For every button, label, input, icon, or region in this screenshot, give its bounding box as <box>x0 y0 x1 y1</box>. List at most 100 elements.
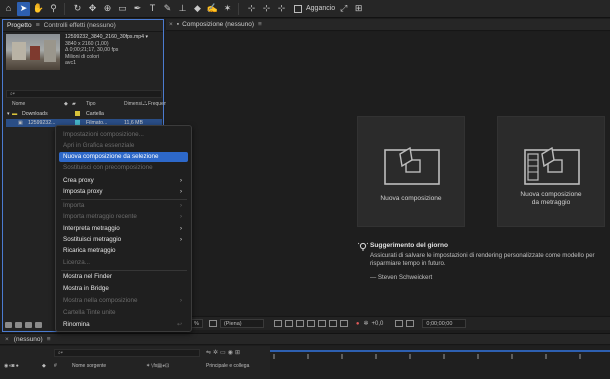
color-management-icon[interactable] <box>339 320 348 327</box>
close-tab-icon[interactable]: × <box>5 336 9 343</box>
work-area-bar[interactable] <box>270 350 610 352</box>
footage-name[interactable]: 12599232_3840_2160_30fps.mp4 ▾ <box>65 34 163 41</box>
menu-item-rename[interactable]: Rinomina ↩ <box>59 320 188 330</box>
menu-item-label: Apri in Grafica essenziale <box>63 142 135 149</box>
puppet-pin-icon[interactable]: ✶ <box>221 2 234 16</box>
tag-column-icon[interactable]: ▰ <box>72 101 76 107</box>
3d-view-icon[interactable] <box>306 320 315 327</box>
new-composition-from-footage-icon <box>524 146 580 185</box>
menu-separator <box>61 270 187 271</box>
label-column-icon[interactable]: ◆ <box>64 101 68 107</box>
composition-viewer: Nuova composizione Nuova composizione da… <box>166 32 610 315</box>
brush-icon[interactable]: ✎ <box>161 2 174 16</box>
axis-world-icon[interactable]: ⊹ <box>260 2 273 16</box>
exposure-icon[interactable]: ✲ <box>364 320 369 327</box>
rotate-icon[interactable]: ↻ <box>71 2 84 16</box>
snap-grid-icon[interactable]: ⊞ <box>352 2 365 16</box>
show-snapshot-icon[interactable] <box>406 320 415 327</box>
type-icon[interactable]: T <box>146 2 159 16</box>
menu-item-import-recent-footage: Importa metraggio recente › <box>59 212 188 222</box>
zoom-icon[interactable]: ⚲ <box>47 2 60 16</box>
fit-icon[interactable] <box>208 320 217 327</box>
project-settings-icon[interactable] <box>35 322 42 328</box>
new-composition-label: Nuova composizione <box>380 195 442 202</box>
disclosure-triangle-icon[interactable]: ▾ <box>7 111 10 117</box>
project-search-input[interactable]: ⌕▾ <box>6 90 162 98</box>
tab-timeline[interactable]: (nessuno) <box>14 336 43 343</box>
current-time-display[interactable]: 0;00;00;00 <box>422 319 467 328</box>
lock-icon[interactable]: ▪ <box>177 21 179 28</box>
column-parent-link[interactable]: Principale e collega <box>206 363 249 369</box>
mask-rectangle-icon[interactable]: ▭ <box>116 2 129 16</box>
menu-item-license: Licenza... <box>59 258 188 268</box>
snap-checkbox[interactable] <box>294 4 302 13</box>
new-composition-card[interactable]: Nuova composizione <box>357 116 465 227</box>
exposure-value[interactable]: +0,0 <box>372 321 384 327</box>
menu-item-reload-footage[interactable]: Ricarica metraggio <box>59 246 188 256</box>
timeline-ruler[interactable] <box>270 346 610 379</box>
column-name[interactable]: Nome <box>12 101 25 107</box>
pan-behind-icon[interactable]: ⊕ <box>101 2 114 16</box>
snapshot-icon[interactable] <box>395 320 404 327</box>
interpret-footage-icon[interactable] <box>5 322 12 328</box>
row-name: 12599232... <box>28 120 56 126</box>
menu-item-reveal-in-bridge[interactable]: Mostra in Bridge <box>59 284 188 294</box>
region-of-interest-icon[interactable] <box>273 320 282 327</box>
panel-menu-icon[interactable]: ≡ <box>47 336 51 343</box>
timeline-search-input[interactable]: ⌕▾ <box>54 349 200 357</box>
project-row-folder[interactable]: ▾ ▬ Downloads Cartella <box>6 110 162 118</box>
axis-view-icon[interactable]: ⊹ <box>275 2 288 16</box>
menu-item-interpret-footage[interactable]: Interpreta metraggio › <box>59 224 188 234</box>
menu-item-create-proxy[interactable]: Crea proxy › <box>59 176 188 186</box>
mask-visibility-icon[interactable] <box>295 320 304 327</box>
eraser-icon[interactable]: ◆ <box>191 2 204 16</box>
menu-item-label: Impostazioni composizione... <box>63 131 144 138</box>
menu-item-set-proxy[interactable]: Imposta proxy › <box>59 187 188 197</box>
flowchart-icon[interactable]: ⛬ <box>143 101 159 109</box>
unified-camera-icon[interactable]: ✥ <box>86 2 99 16</box>
new-folder-icon[interactable] <box>15 322 22 328</box>
column-source-name[interactable]: Nome sorgente <box>72 363 106 369</box>
roto-brush-icon[interactable]: ✍ <box>206 2 219 16</box>
menu-item-reveal-in-finder[interactable]: Mostra nel Finder <box>59 272 188 282</box>
thumbnail-building <box>30 46 40 60</box>
panel-menu-icon[interactable]: ≡ <box>258 21 262 28</box>
label-column-icon[interactable]: ◆ <box>42 363 46 369</box>
pen-icon[interactable]: ✒ <box>131 2 144 16</box>
axis-local-icon[interactable]: ⊹ <box>245 2 258 16</box>
menu-item-replace-footage[interactable]: Sostituisci metraggio › <box>59 235 188 245</box>
transparency-grid-icon[interactable] <box>284 320 293 327</box>
layer-switches-icons[interactable]: ✶∖fx▤◕⊡ <box>146 363 169 369</box>
resolution-dropdown[interactable]: (Piena) <box>219 319 264 328</box>
composition-footer-bar: % (Piena) ● ✲ +0,0 0;00;00;00 <box>166 316 610 330</box>
channel-icon[interactable] <box>328 320 337 327</box>
menu-item-composition-settings: Impostazioni composizione... <box>59 130 188 140</box>
new-composition-from-footage-card[interactable]: Nuova composizione da metraggio <box>497 116 605 227</box>
guides-icon[interactable] <box>317 320 326 327</box>
label-color-swatch[interactable] <box>75 111 80 116</box>
clone-stamp-icon[interactable]: ⊥ <box>176 2 189 16</box>
tab-effect-controls[interactable]: Controlli effetti (nessuno) <box>40 22 120 29</box>
menu-item-label: Sostituisci metraggio <box>63 236 122 243</box>
home-icon[interactable]: ⌂ <box>2 2 15 16</box>
snap-options-icon[interactable]: ⤢ <box>337 2 350 16</box>
menu-item-label: Crea proxy <box>63 177 94 184</box>
layer-number-icon[interactable]: # <box>54 363 57 369</box>
project-panel-tabs: Progetto ≡ Controlli effetti (nessuno) <box>3 20 163 32</box>
close-tab-icon[interactable]: × <box>169 21 173 28</box>
column-type[interactable]: Tipo <box>86 101 96 107</box>
tab-composition[interactable]: Composizione (nessuno) <box>182 21 254 28</box>
hand-icon[interactable]: ✋ <box>32 2 45 16</box>
footage-thumbnail <box>6 34 60 70</box>
color-channel-icon[interactable]: ● <box>356 321 360 327</box>
tab-project[interactable]: Progetto <box>3 22 36 29</box>
new-composition-icon[interactable] <box>25 322 32 328</box>
selection-arrow-icon[interactable]: ➤ <box>17 1 30 16</box>
menu-item-new-comp-from-selection[interactable]: Nuova composizione da selezione <box>59 152 188 162</box>
timeline-switches-icons[interactable]: ⇋✲▭◉⊞ <box>206 349 242 356</box>
menu-item-label: Rinomina <box>63 321 90 328</box>
menu-item-label: Cartella Tinte unite <box>63 309 116 316</box>
menu-item-open-in-essential-graphics: Apri in Grafica essenziale <box>59 141 188 151</box>
av-switches-icon[interactable]: ◉◖◙ ● <box>4 363 19 369</box>
menu-item-label: Sostituisci con precomposizione <box>63 164 153 171</box>
